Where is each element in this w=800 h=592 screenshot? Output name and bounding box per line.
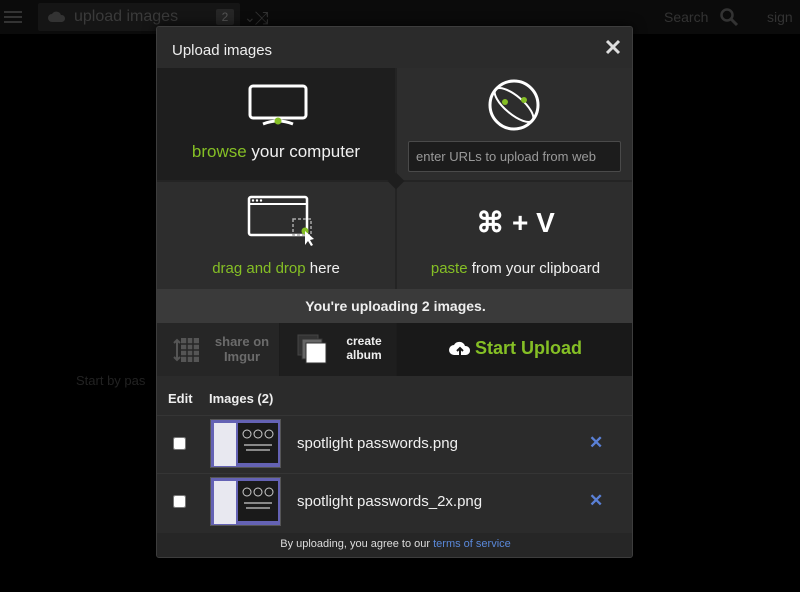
paste-rest: from your clipboard	[467, 260, 601, 277]
image-thumbnail[interactable]	[210, 419, 281, 468]
cloud-upload-icon	[48, 11, 66, 22]
upload-actions: share on Imgur create album Start Upload	[157, 323, 632, 376]
background-hint: Start by pas	[76, 373, 146, 388]
paste-label: paste from your clipboard	[397, 260, 632, 277]
share-on-imgur-button[interactable]: share on Imgur	[157, 323, 279, 376]
upload-modal: Upload images browse your computer drag	[156, 26, 633, 558]
edit-checkbox[interactable]	[173, 437, 186, 450]
thumbnail-preview	[211, 478, 280, 525]
url-input[interactable]	[408, 141, 621, 172]
album-label: create album	[334, 334, 394, 362]
paste-shortcut: ⌘ + V	[476, 207, 555, 238]
browse-rest: your computer	[246, 142, 361, 161]
paste-clipboard-option[interactable]: ⌘ + V paste from your clipboard	[397, 182, 632, 289]
close-icon[interactable]	[604, 38, 622, 56]
list-item: spotlight passwords.png ✕	[157, 415, 632, 471]
drag-drop-label: drag and drop here	[157, 260, 395, 277]
create-album-button[interactable]: create album	[280, 323, 396, 376]
search-label[interactable]: Search	[664, 9, 708, 25]
album-stack-icon	[297, 334, 327, 364]
image-filename: spotlight passwords.png	[297, 435, 458, 452]
start-upload-label: Start Upload	[475, 338, 583, 358]
terms-of-service-link[interactable]: terms of service	[433, 538, 511, 550]
cloud-upload-icon	[449, 341, 471, 356]
monitor-icon	[248, 84, 308, 126]
upload-status: You're uploading 2 images.	[157, 289, 632, 323]
thumbnail-preview	[211, 420, 280, 467]
browse-computer-option[interactable]: browse your computer	[157, 68, 395, 180]
edit-header: Edit	[168, 391, 193, 406]
drag-rest: here	[305, 260, 340, 277]
search-icon[interactable]	[719, 7, 739, 27]
drag-drop-option[interactable]: drag and drop here	[157, 182, 395, 289]
browse-label: browse your computer	[157, 142, 395, 162]
images-header: Images (2)	[209, 391, 274, 406]
terms-footer: By uploading, you agree to our terms of …	[157, 533, 632, 557]
share-line1: share on	[214, 334, 270, 349]
sign-in-link[interactable]: sign	[767, 9, 793, 25]
share-label: share on Imgur	[207, 334, 277, 364]
url-upload-option	[397, 68, 632, 180]
modal-header: Upload images	[157, 27, 632, 68]
terms-text: By uploading, you agree to our	[280, 538, 434, 550]
image-filename: spotlight passwords_2x.png	[297, 493, 483, 510]
upload-images-label: upload images	[74, 8, 179, 25]
album-line2: album	[346, 348, 382, 362]
browse-accent: browse	[191, 142, 247, 161]
drag-window-icon	[247, 195, 314, 246]
share-grid-icon	[173, 338, 199, 362]
remove-icon[interactable]: ✕	[589, 433, 603, 453]
modal-title: Upload images	[172, 42, 273, 59]
menu-icon[interactable]	[4, 11, 22, 23]
share-line2: Imgur	[223, 349, 261, 364]
remove-icon[interactable]: ✕	[589, 491, 603, 511]
drag-accent: drag and drop	[212, 260, 306, 277]
edit-checkbox[interactable]	[173, 495, 186, 508]
album-line1: create	[346, 334, 382, 348]
image-thumbnail[interactable]	[210, 477, 281, 526]
globe-icon	[488, 79, 540, 131]
upload-count-badge: 2	[216, 9, 234, 25]
list-item: spotlight passwords_2x.png ✕	[157, 473, 632, 529]
paste-accent: paste	[430, 260, 468, 277]
image-list-header: Edit Images (2)	[157, 383, 632, 413]
start-upload-button[interactable]: Start Upload	[397, 323, 632, 376]
